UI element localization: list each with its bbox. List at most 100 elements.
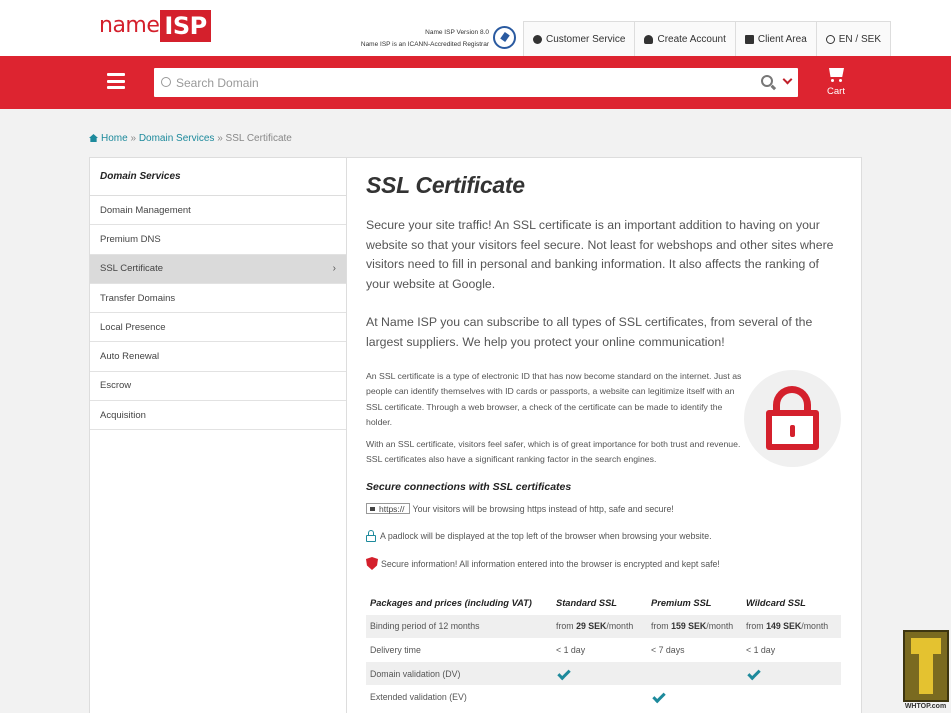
search-icon[interactable] [761,75,773,87]
chevron-right-icon: › [332,263,336,275]
feature-cell [647,685,742,709]
sidebar: Domain Services Domain Management Premiu… [89,157,347,713]
main-content: SSL Certificate Secure your site traffic… [347,157,862,713]
features-heading: Secure connections with SSL certificates [366,481,572,493]
pricing-table: Packages and prices (including VAT) Stan… [366,591,841,709]
sidebar-item-acquisition[interactable]: Acquisition [90,401,346,431]
check-icon [652,689,666,704]
delivery-cell: < 7 days [651,644,685,655]
watermark-tile-icon [903,630,949,702]
nav-label: EN / SEK [838,34,882,45]
price-cell: from 29 SEK/month [552,614,647,639]
sidebar-item-label: Premium DNS [100,233,161,245]
delivery-cell: < 1 day [746,644,776,655]
domain-search [154,68,798,97]
cart-button[interactable]: Cart [818,66,854,97]
column-header: Packages and prices (including VAT) [370,597,532,608]
row-label: Domain validation (DV) [366,661,552,686]
sidebar-item-label: SSL Certificate [100,263,164,275]
nav-client-area[interactable]: Client Area [736,22,817,57]
breadcrumb-current: SSL Certificate [225,133,292,144]
sidebar-item-domain-management[interactable]: Domain Management [90,196,346,226]
price-cell: from 149 SEK/month [742,614,841,639]
sidebar-item-label: Auto Renewal [100,351,160,363]
feature-cell [647,661,742,686]
breadcrumb: Home » Domain Services » SSL Certificate [89,133,292,144]
breadcrumb-separator: » [217,133,223,144]
logo-isp: ISP [160,10,211,42]
accreditation-line: Name ISP is an ICANN-Accredited Registra… [360,41,489,48]
description-paragraph-2: With an SSL certificate, visitors feel s… [366,439,741,465]
watermark-text: WHTOP.com [904,703,947,710]
logo-name: name [99,13,160,38]
intro-paragraph: Secure your site traffic! An SSL certifi… [366,218,834,292]
globe-icon [825,35,835,44]
cart-icon [826,66,846,83]
version-info: Name ISP Version 8.0 Name ISP is an ICAN… [352,27,489,51]
feature-text: A padlock will be displayed at the top l… [380,531,712,541]
table-row: Domain validation (DV) [366,661,841,686]
nav-customer-service[interactable]: Customer Service [524,22,636,57]
watermark-logo: WHTOP.com [900,630,951,713]
table-row: Delivery time < 1 day < 7 days < 1 day [366,638,841,662]
nav-label: Customer Service [546,34,626,45]
feature-cell [552,661,647,686]
sidebar-item-auto-renewal[interactable]: Auto Renewal [90,342,346,372]
sidebar-item-premium-dns[interactable]: Premium DNS [90,225,346,255]
nav-label: Client Area [757,34,807,45]
feature-padlock: A padlock will be displayed at the top l… [366,530,712,542]
breadcrumb-domain-services[interactable]: Domain Services [139,133,215,144]
delivery-cell: < 1 day [556,644,586,655]
feature-https: https:// Your visitors will be browsing … [366,503,674,514]
row-label: Binding period of 12 months [366,614,552,639]
check-icon [557,666,571,680]
chevron-down-icon[interactable] [782,74,793,85]
sidebar-item-label: Local Presence [100,321,166,333]
sidebar-item-label: Transfer Domains [100,292,176,304]
cart-label: Cart [827,86,845,97]
sidebar-title: Domain Services [90,158,346,196]
menu-icon[interactable] [107,73,125,89]
table-row: Extended validation (EV) [366,685,841,709]
briefcase-icon [744,35,754,44]
page-title: SSL Certificate [366,172,525,198]
shield-icon [366,557,378,570]
nav-create-account[interactable]: Create Account [635,22,736,57]
check-icon [747,666,761,680]
user-icon [644,35,654,44]
padlock-icon [744,370,841,467]
feature-text: Secure information! All information ente… [381,558,720,569]
column-header: Standard SSL [556,597,617,608]
top-navigation: Customer Service Create Account Client A… [523,21,892,57]
icann-logo-icon [493,26,516,49]
table-row: Binding period of 12 months from 29 SEK/… [366,614,841,639]
breadcrumb-home-label: Home [101,133,128,144]
sidebar-item-ssl-certificate[interactable]: SSL Certificate › [90,254,346,284]
breadcrumb-separator: » [130,133,137,144]
feature-text: Your visitors will be browsing https ins… [412,503,674,514]
https-address-icon: https:// [366,503,410,514]
nav-language-currency[interactable]: EN / SEK [817,22,890,57]
lock-icon [366,530,376,542]
description-paragraph: An SSL certificate is a type of electron… [366,371,742,428]
feature-encryption: Secure information! All information ente… [366,557,720,570]
column-header: Wildcard SSL [746,597,806,608]
globe-icon [161,77,171,87]
sidebar-item-local-presence[interactable]: Local Presence [90,313,346,343]
feature-cell [742,661,841,686]
home-icon [89,134,98,142]
table-header-row: Packages and prices (including VAT) Stan… [366,591,841,615]
sidebar-item-transfer-domains[interactable]: Transfer Domains [90,284,346,314]
column-header: Premium SSL [651,597,712,608]
intro-paragraph-2: At Name ISP you can subscribe to all typ… [366,315,813,349]
sidebar-item-label: Escrow [100,380,132,392]
chat-icon [533,35,542,44]
nav-label: Create Account [657,34,726,45]
feature-cell [742,685,841,709]
breadcrumb-home[interactable]: Home [89,133,128,144]
row-label: Delivery time [370,644,421,655]
sidebar-item-escrow[interactable]: Escrow [90,372,346,402]
site-logo[interactable]: name ISP [99,10,211,42]
price-cell: from 159 SEK/month [647,614,742,639]
search-input[interactable] [176,68,746,97]
